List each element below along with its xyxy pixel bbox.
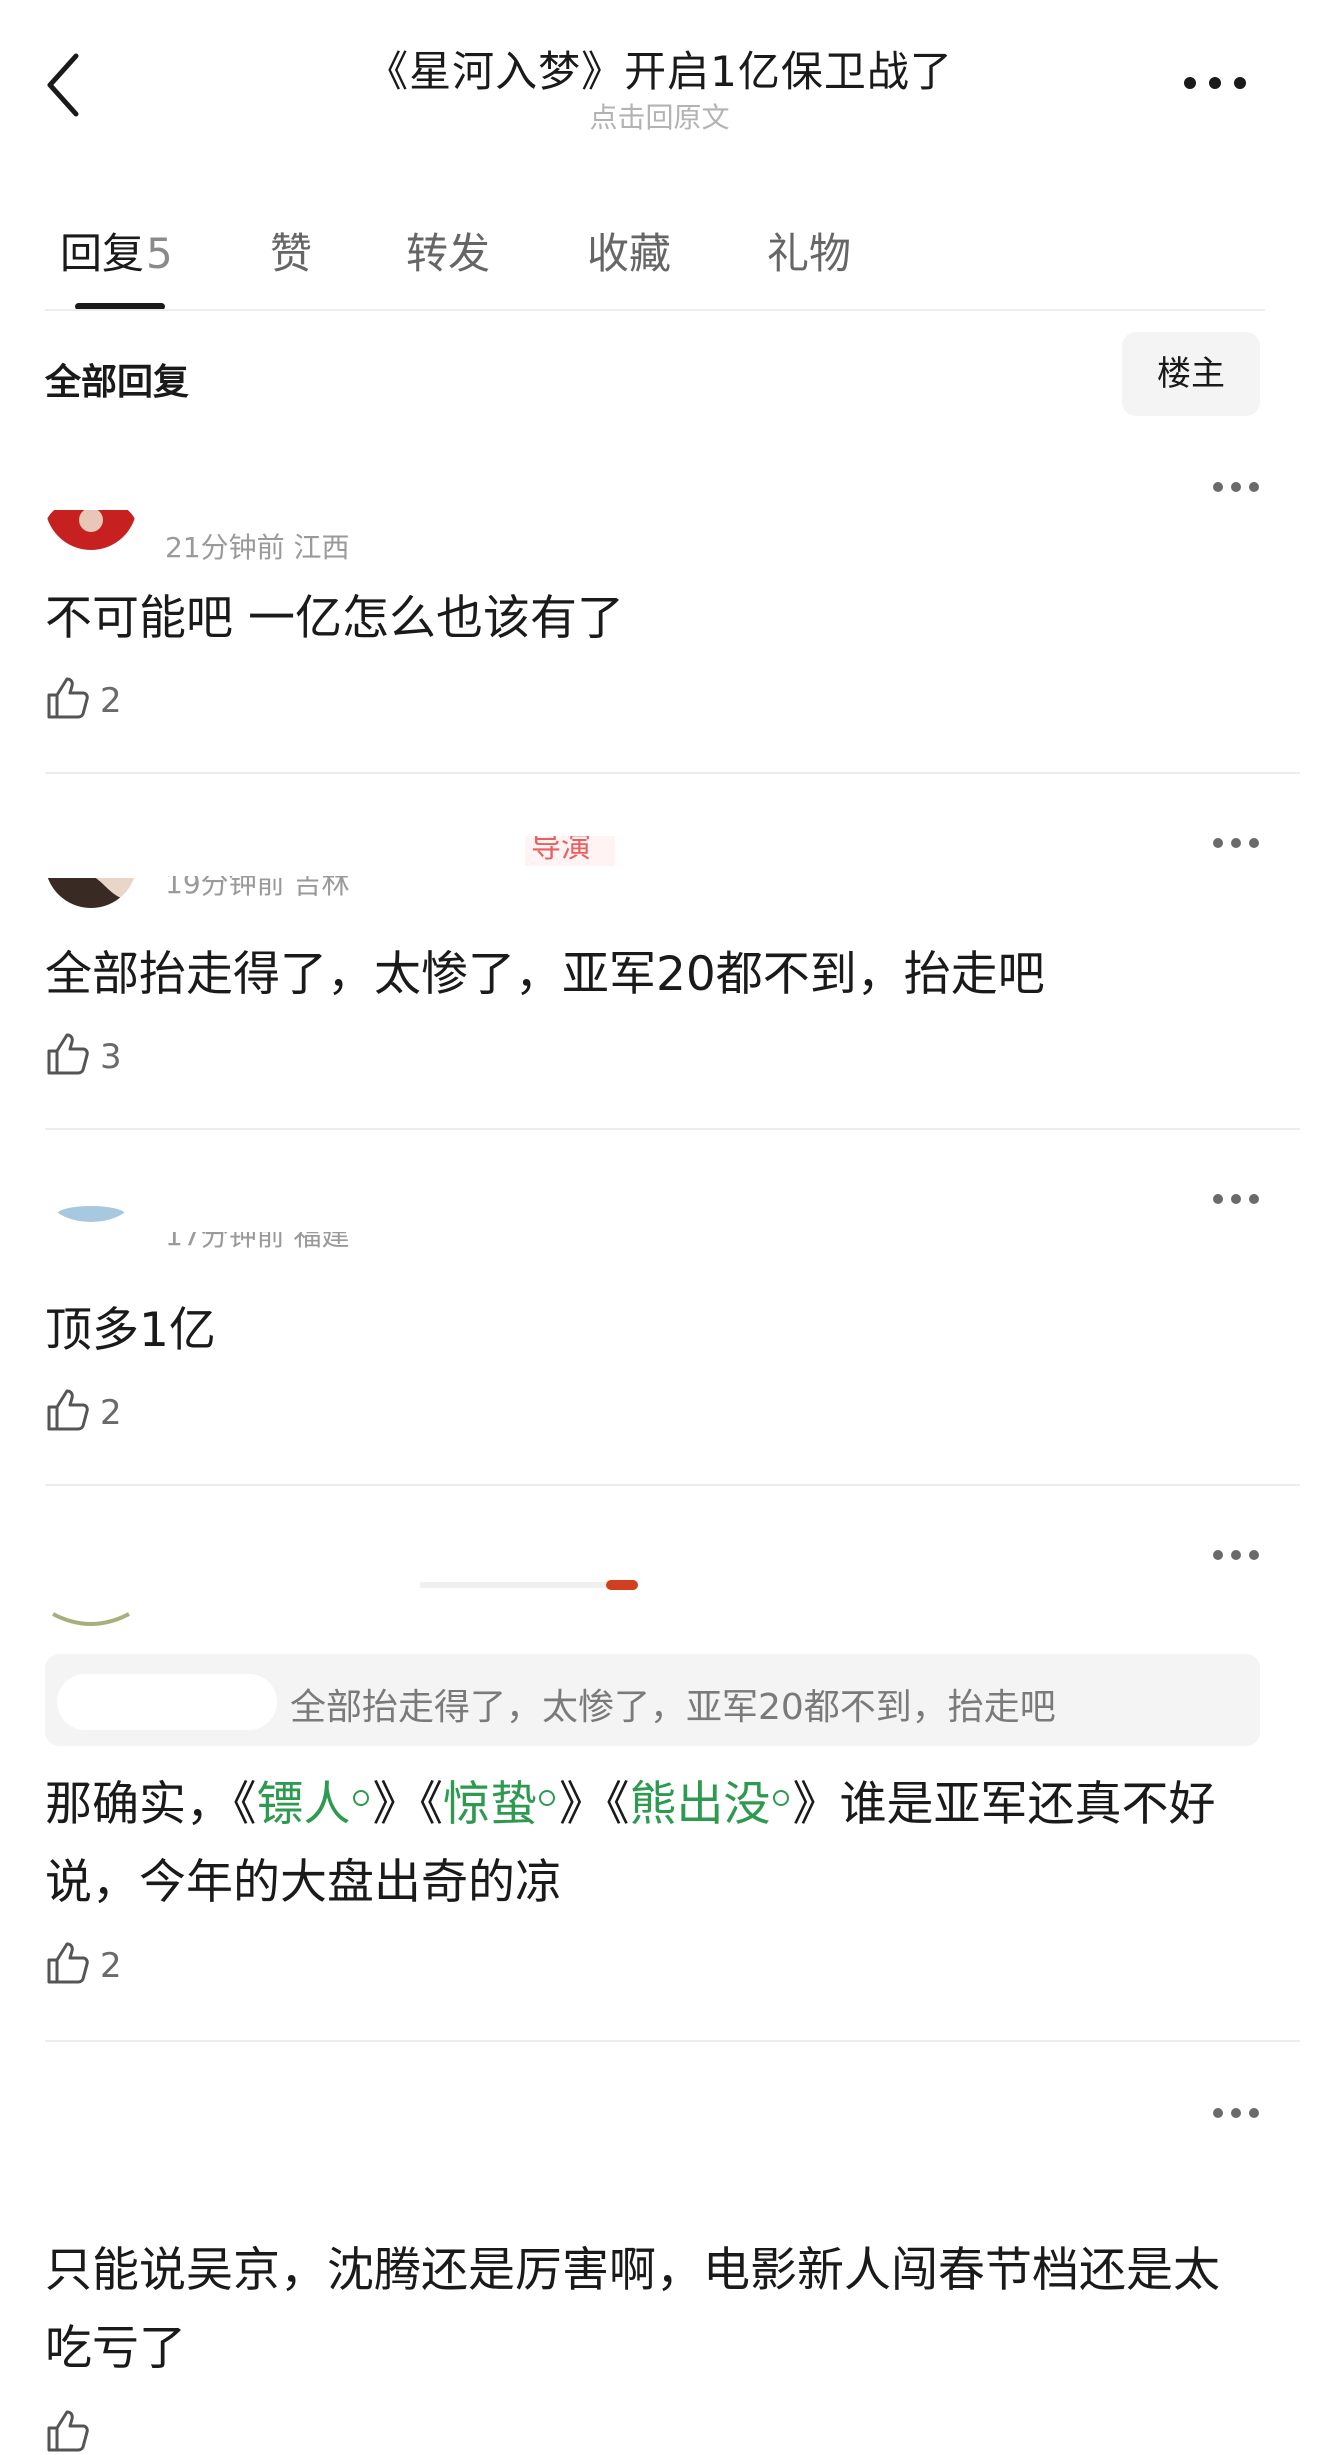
tab-likes[interactable]: 赞 [270,220,312,281]
page-title: 《星河入梦》开启1亿保卫战了 [366,47,953,96]
dot [1249,1194,1259,1204]
thumbs-up-icon [47,1389,89,1431]
tab-favorites[interactable]: 收藏 [587,220,671,281]
quoted-author-mask [57,1674,277,1730]
thumbs-up-icon [47,677,89,719]
more-options-button[interactable] [1180,68,1250,98]
comment-item: 21分钟前 江西 不可能吧 一亿怎么也该有了 2 [0,458,1319,776]
tab-replies-count: 5 [146,229,173,278]
comment-item: 只能说吴京，沈腾还是厉害啊，电影新人闯春节档还是太吃亏了 [0,2096,1319,2455]
back-to-original-link[interactable]: 点击回原文 [0,96,1319,136]
dot [1213,2108,1223,2118]
all-replies-label: 全部回复 [45,362,190,403]
quoted-reply[interactable]: 全部抬走得了，太惨了，亚军20都不到，抬走吧 [45,1654,1260,1746]
badge-text: 导演 [531,836,591,865]
comment-text: 顶多1亿 [45,1303,216,1358]
thumbs-up-icon [47,2410,89,2452]
dot [1231,2108,1241,2118]
search-icon [352,1790,369,1806]
movie-link-jingzhe[interactable]: 惊蛰 [443,1777,537,1832]
search-icon [539,1790,555,1806]
comment-item: 导演 19分钟前 吉林 全部抬走得了，太惨了，亚军20都不到，抬走吧 3 [0,816,1319,1132]
movie-link-biaoren[interactable]: 镖人 [257,1777,351,1832]
comment-meta-text: 17分钟前 福建 [165,1232,350,1248]
text-segment: 》《 [372,1777,444,1832]
comment-text: 不可能吧 一亿怎么也该有了 [45,591,624,646]
comment-meta: 21分钟前 江西 [165,531,350,564]
comment-divider [45,1484,1300,1486]
dot [1249,1550,1259,1560]
text-segment: 》《 [559,1777,630,1832]
search-icon [772,1790,789,1806]
comment-meta: 17分钟前 福建 [165,1232,350,1248]
comment-divider [45,2040,1300,2042]
blurred-name [420,1582,630,1588]
more-dots-icon [1184,77,1246,89]
comment-more-button[interactable] [1213,2108,1259,2122]
dot [1249,2108,1259,2118]
comment-text: 那确实，《镖人 》《惊蛰 》《熊出没 》谁是亚军还真不好说，今年的大盘出奇的凉 [45,1766,1245,1922]
thumbs-up-icon [47,1942,89,1984]
dot [1231,482,1241,492]
comment-more-button[interactable] [1213,1194,1259,1208]
tabs-divider [45,309,1265,311]
text-segment: 那确实，《 [45,1777,257,1832]
dot [1249,838,1259,848]
tab-bar: 回复5 赞 转发 收藏 礼物 [45,200,1265,310]
comment-more-button[interactable] [1213,482,1259,496]
avatar[interactable] [45,1162,137,1222]
avatar-mask [45,816,385,878]
thumbs-up-icon [47,1033,89,1075]
comment-item: 17分钟前 福建 顶多1亿 2 [0,1162,1319,1488]
comment-meta: 19分钟前 吉林 [165,876,350,896]
tab-reposts[interactable]: 转发 [406,220,490,281]
owner-filter-button[interactable]: 楼主 [1122,332,1260,416]
dot [1249,482,1259,492]
like-count: 3 [100,1037,122,1077]
comment-divider [45,1128,1300,1130]
avatar-mask [45,458,295,510]
movie-link-xiongchumo[interactable]: 熊出没 [630,1777,771,1832]
dot [1213,1194,1223,1204]
top-bar: 《星河入梦》开启1亿保卫战了 点击回原文 [0,0,1319,150]
tab-gifts[interactable]: 礼物 [767,220,851,281]
dot [1231,1194,1241,1204]
dot [1213,482,1223,492]
comment-more-button[interactable] [1213,1550,1259,1564]
dot [1213,838,1223,848]
tab-replies-label: 回复 [60,229,145,278]
dot [1213,1550,1223,1560]
comment-divider [45,772,1300,774]
tab-replies[interactable]: 回复5 [60,220,173,281]
badge-dot [606,1580,638,1590]
dot [1231,838,1241,848]
like-count: 2 [100,1393,122,1433]
comment-item: 全部抬走得了，太惨了，亚军20都不到，抬走吧 那确实，《镖人 》《惊蛰 》《熊出没》… [0,1538,1319,2048]
like-count: 2 [100,1946,122,1986]
director-badge: 导演 [525,836,615,866]
comment-meta-text: 19分钟前 吉林 [165,876,350,896]
comment-text: 全部抬走得了，太惨了，亚军20都不到，抬走吧 [45,947,1045,1002]
comment-more-button[interactable] [1213,838,1259,852]
like-count: 2 [100,681,122,721]
quoted-text: 全部抬走得了，太惨了，亚军20都不到，抬走吧 [290,1687,1056,1728]
dot [1231,1550,1241,1560]
comment-text: 只能说吴京，沈腾还是厉害啊，电影新人闯春节档还是太吃亏了 [45,2243,1220,2376]
avatar[interactable] [45,1608,137,1628]
